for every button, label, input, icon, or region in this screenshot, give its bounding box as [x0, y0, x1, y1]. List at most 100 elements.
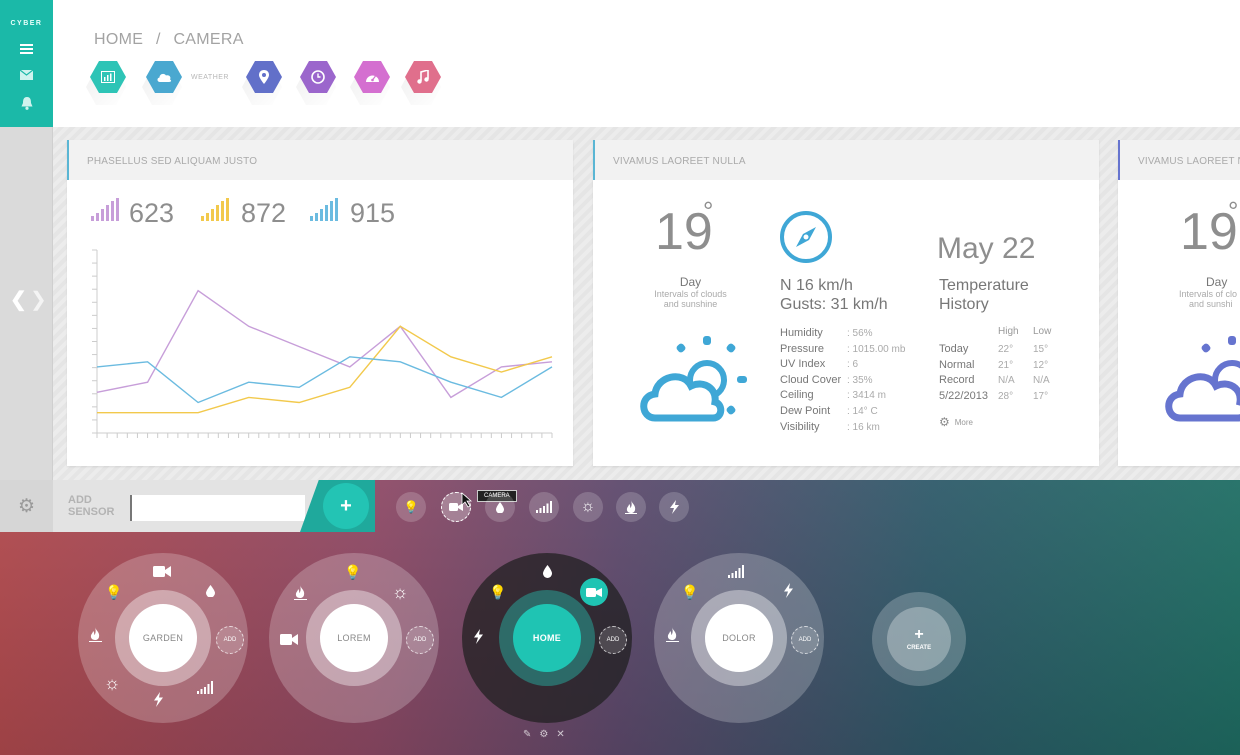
stat-value: 872 [241, 198, 287, 228]
close-icon[interactable]: ✕ [556, 729, 564, 740]
flame-icon[interactable] [294, 585, 307, 600]
history-date: May 22 [937, 232, 1036, 265]
tab-clock[interactable] [296, 61, 336, 105]
add-sensor-button[interactable]: + [323, 483, 369, 529]
clock-icon [311, 70, 325, 84]
flame-sensor-button[interactable] [616, 492, 646, 522]
stats-card: PHASELLUS SED ALIQUAM JUSTO 623 872 915 [67, 140, 573, 466]
history-lows: 15° 12° N/A 17° [1033, 342, 1050, 404]
stat-value: 623 [129, 198, 175, 228]
gear-icon[interactable]: ⚙ [539, 729, 548, 740]
tab-weather[interactable]: WEATHER [142, 61, 228, 105]
hub-home-add-button[interactable]: ADD [599, 626, 627, 654]
history-low: 17° [1033, 390, 1049, 402]
signal-icon [536, 501, 552, 513]
history-high: 28° [998, 390, 1014, 402]
hub-dolor-label[interactable]: DOLOR [705, 604, 773, 672]
history-title: Temperature [939, 277, 1029, 294]
pin-icon [259, 70, 269, 84]
breadcrumb-separator: / [155, 31, 161, 48]
drop-sensor-button[interactable] [485, 492, 515, 522]
settings-gear-icon[interactable]: ⚙ [0, 480, 53, 532]
bulb-icon[interactable]: 💡 [104, 582, 124, 602]
menu-icon[interactable] [20, 43, 33, 55]
signal-icon [201, 198, 229, 221]
history-subtitle: History [939, 296, 989, 313]
tab-dashboard[interactable] [350, 61, 390, 105]
degree-symbol: ° [703, 196, 714, 226]
hub-home-label[interactable]: HOME [513, 604, 581, 672]
hub-lorem-label[interactable]: LOREM [320, 604, 388, 672]
create-hub-button[interactable]: + CREATE [887, 607, 951, 671]
camera-icon[interactable] [280, 633, 298, 646]
detail-value: : 35% [847, 374, 873, 386]
stats-card-title: PHASELLUS SED ALIQUAM JUSTO [67, 140, 573, 180]
sun-icon[interactable]: ☼ [390, 582, 410, 602]
detail-label: Ceiling [780, 389, 814, 402]
more-label: More [954, 417, 973, 427]
day-label: Day [679, 275, 702, 289]
weather-card: VIVAMUS LAOREET NULLA 19 ° Day Intervals… [593, 140, 1099, 466]
prev-arrow-icon[interactable]: ❮ [10, 287, 27, 312]
history-label: Record [939, 374, 975, 387]
flame-icon[interactable] [666, 627, 679, 642]
detail-label: Humidity [780, 327, 823, 339]
hub-lorem-add-button[interactable]: ADD [406, 626, 434, 654]
bolt-icon[interactable] [154, 692, 163, 707]
tab-music[interactable] [401, 61, 441, 105]
mail-icon[interactable] [20, 70, 33, 80]
sensor-name-input[interactable] [130, 495, 305, 521]
weather-card-title: VIVAMUS LAOREET NULLA [593, 140, 1099, 180]
drop-icon[interactable] [543, 565, 552, 578]
bolt-icon[interactable] [474, 629, 483, 644]
next-arrow-icon[interactable]: ❯ [30, 287, 47, 312]
tab-location[interactable] [242, 61, 282, 105]
add-label: ADD [68, 494, 92, 506]
weather-card-2-title: VIVAMUS LAOREET NULLA [1118, 140, 1240, 180]
drop-icon[interactable] [206, 585, 215, 597]
sun-sensor-button[interactable]: ☼ [573, 492, 603, 522]
hub-garden-add-button[interactable]: ADD [216, 626, 244, 654]
stat-value: 915 [350, 198, 396, 228]
hub-garden-label[interactable]: GARDEN [129, 604, 197, 672]
partly-cloudy-icon [1165, 336, 1240, 422]
edit-icon[interactable]: ✎ [523, 729, 531, 740]
cursor-icon [461, 492, 473, 508]
sensor-label: SENSOR [68, 506, 115, 518]
detail-value: : 3414 m [847, 390, 886, 402]
bolt-icon[interactable] [784, 583, 793, 598]
detail-value: : 1015.00 mb [847, 343, 906, 355]
degree-symbol: ° [1228, 196, 1239, 226]
history-label: Today [939, 343, 969, 355]
bolt-sensor-button[interactable] [659, 492, 689, 522]
add-sensor-label: ADD SENSOR [68, 494, 114, 518]
signal-icon [91, 198, 119, 221]
bulb-icon[interactable]: 💡 [343, 562, 363, 582]
signal-icon[interactable] [728, 565, 745, 578]
signal-icon [310, 198, 338, 221]
signal-sensor-button[interactable] [529, 492, 559, 522]
bulb-sensor-button[interactable]: 💡 [396, 492, 426, 522]
signal-icon[interactable] [197, 681, 214, 694]
bell-icon[interactable] [21, 97, 33, 110]
camera-icon [586, 587, 602, 597]
weather-desc: Intervals of clouds [654, 289, 727, 299]
hub-dolor-add-button[interactable]: ADD [791, 626, 819, 654]
details-values: : 56% : 1015.00 mb : 6 : 35% : 3414 m : … [847, 326, 905, 435]
flame-icon[interactable] [89, 627, 102, 642]
history-high: 21° [998, 359, 1014, 371]
bulb-icon[interactable]: 💡 [488, 582, 508, 602]
series-line-3 [96, 356, 553, 404]
hub-home-camera-button[interactable] [580, 578, 608, 606]
chart-icon [101, 71, 115, 83]
bulb-icon: 💡 [403, 500, 419, 514]
more-link[interactable]: ⚙ More [939, 415, 973, 429]
bulb-icon[interactable]: 💡 [680, 582, 700, 602]
tab-chart[interactable] [86, 61, 126, 105]
weather-desc: Intervals of clo [1179, 289, 1238, 299]
camera-icon[interactable] [153, 565, 171, 578]
breadcrumb-home[interactable]: HOME [94, 31, 143, 49]
sun-icon[interactable]: ☼ [102, 673, 122, 693]
detail-label: UV Index [780, 358, 826, 371]
create-plus-icon: + [914, 626, 924, 643]
